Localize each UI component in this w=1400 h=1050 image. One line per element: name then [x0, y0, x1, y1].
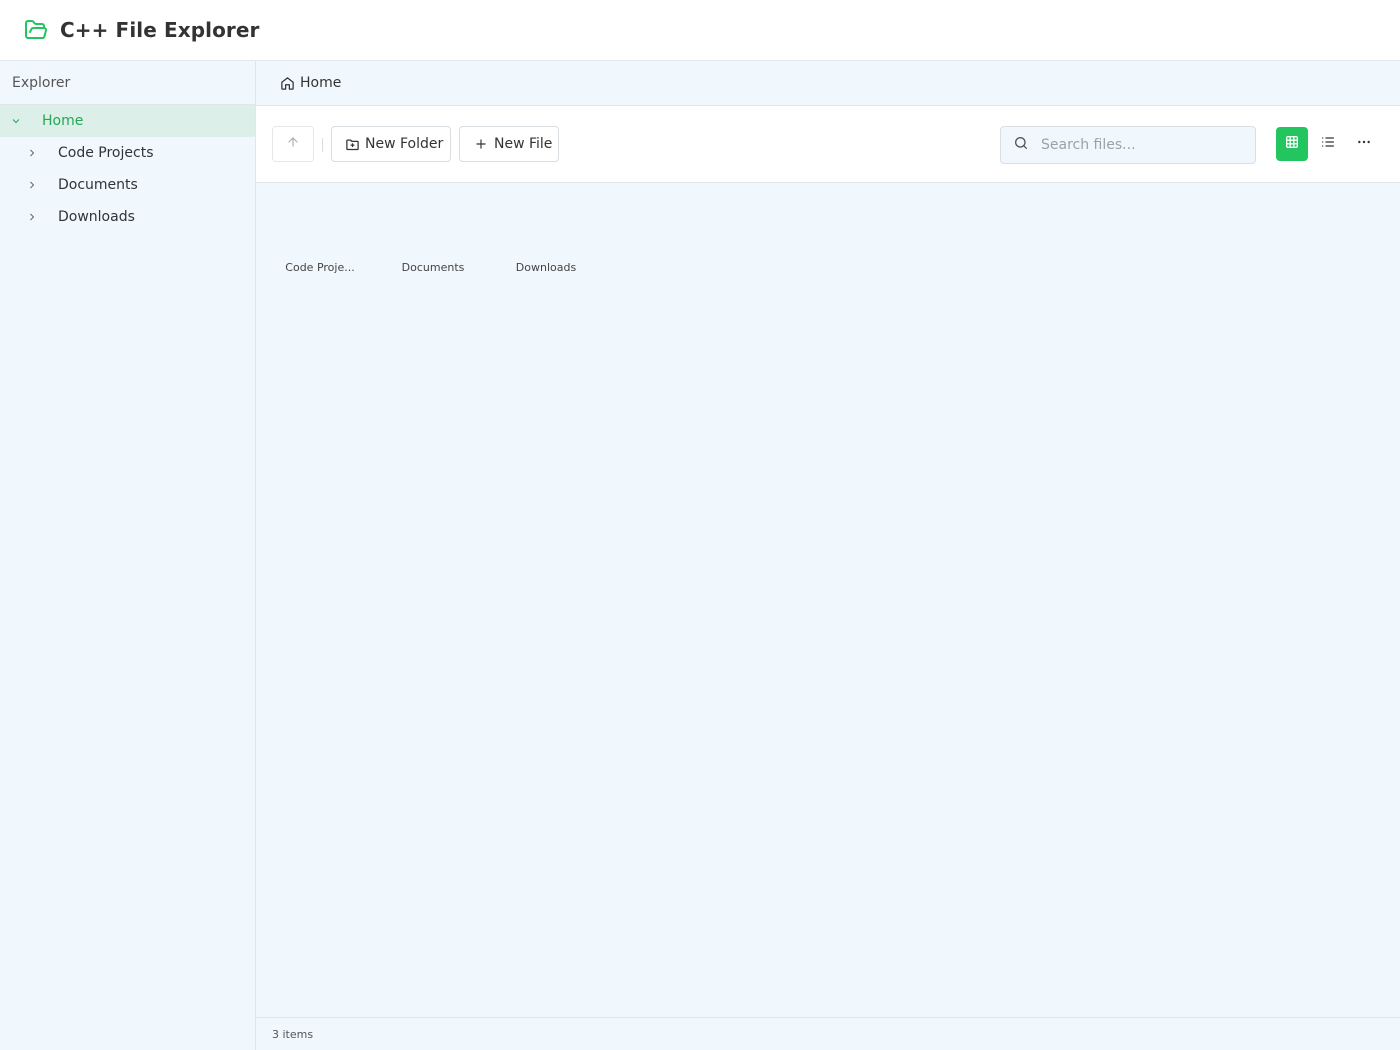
status-bar: 3 items — [256, 1017, 1400, 1050]
search-box — [1000, 126, 1256, 164]
file-tile-documents[interactable]: Documents — [385, 205, 481, 285]
sidebar-item-documents[interactable]: Documents — [0, 169, 255, 201]
list-icon — [1320, 134, 1336, 154]
arrow-up-icon — [286, 135, 300, 153]
main-panel: Home New Folder New File Search files...… — [256, 61, 1400, 1050]
search-icon — [1013, 135, 1029, 155]
new-folder-button[interactable]: New Folder — [331, 126, 451, 162]
item-count: 3 items — [272, 1027, 314, 1041]
file-tile-label: Downloads — [515, 261, 577, 274]
sidebar-item-label: Code Projects — [58, 145, 154, 161]
more-options-button[interactable] — [1348, 127, 1380, 161]
chevron-right-icon[interactable] — [24, 209, 40, 225]
folder-icon — [423, 213, 443, 253]
grid-view-button[interactable] — [1276, 127, 1308, 161]
file-tile-downloads[interactable]: Downloads — [498, 205, 594, 285]
file-tile-label: Documents — [401, 261, 465, 274]
grid-icon — [1284, 134, 1300, 154]
sidebar-item-label: Downloads — [58, 209, 135, 225]
search-input[interactable] — [1041, 137, 1241, 153]
folder-icon — [536, 213, 556, 253]
breadcrumb-item-home[interactable]: Home — [300, 75, 341, 91]
list-view-button[interactable] — [1312, 127, 1344, 161]
chevron-right-icon[interactable] — [24, 177, 40, 193]
sidebar-item-code-projects[interactable]: Code Projects — [0, 137, 255, 169]
toolbar-divider — [322, 138, 323, 152]
sidebar-title: Explorer — [0, 61, 255, 105]
file-grid: Code Proje... Documents Downloads — [256, 183, 1400, 1017]
more-horizontal-icon — [1356, 134, 1372, 154]
sidebar-item-home[interactable]: Home — [0, 105, 255, 137]
app-title: C++ File Explorer — [60, 18, 260, 42]
sidebar-item-downloads[interactable]: Downloads — [0, 201, 255, 233]
file-tile-code-projects[interactable]: Code Proje... — [272, 205, 368, 285]
chevron-right-icon[interactable] — [24, 145, 40, 161]
chevron-down-icon[interactable] — [8, 113, 24, 129]
app-header: C++ File Explorer — [0, 0, 1400, 61]
sidebar: Explorer Home Code Projects Documents Do… — [0, 61, 256, 1050]
plus-icon — [474, 136, 490, 152]
new-file-button[interactable]: New File — [459, 126, 559, 162]
folder-open-icon — [24, 18, 48, 42]
folder-icon — [310, 213, 330, 253]
sidebar-item-label: Home — [42, 113, 84, 129]
new-folder-label: New Folder — [365, 136, 444, 152]
new-file-label: New File — [494, 136, 553, 152]
toolbar: New Folder New File — [256, 106, 1400, 183]
folder-plus-icon — [345, 136, 361, 152]
home-icon[interactable] — [280, 75, 296, 91]
file-tile-label: Code Proje... — [285, 261, 355, 274]
up-button[interactable] — [272, 126, 314, 162]
breadcrumb: Home — [256, 61, 1400, 106]
sidebar-item-label: Documents — [58, 177, 138, 193]
